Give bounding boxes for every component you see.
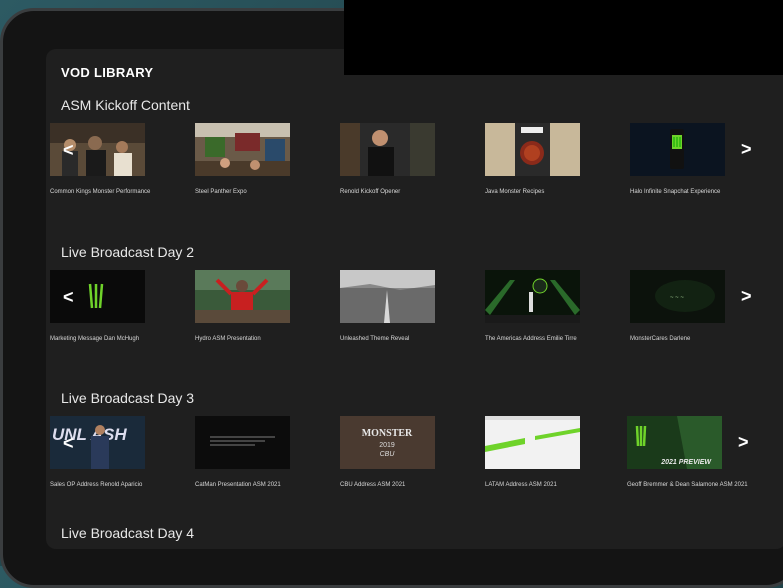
video-thumbnail[interactable]	[195, 123, 290, 176]
video-thumbnail[interactable]	[340, 270, 435, 323]
carousel-prev-arrow-icon[interactable]: <	[63, 288, 74, 306]
video-card[interactable]: ~ ~ ~ MonsterCares Darlene	[630, 270, 780, 343]
carousel-row: Common Kings Monster Performance Steel P…	[46, 123, 783, 198]
section-title: Live Broadcast Day 2	[61, 244, 195, 260]
video-thumbnail[interactable]	[485, 123, 580, 176]
page-title: VOD LIBRARY	[61, 65, 154, 80]
preview-text: 2021 PREVIEW	[660, 459, 712, 466]
video-title: Common Kings Monster Performance	[50, 189, 151, 195]
video-card[interactable]: Steel Panther Expo	[195, 123, 345, 196]
video-card[interactable]: Renold Kickoff Opener	[340, 123, 490, 196]
tablet-frame: VOD LIBRARY ASM Kickoff Content Common K…	[0, 8, 783, 588]
video-card[interactable]: Hydro ASM Presentation	[195, 270, 345, 343]
cbu-text: CBU	[380, 451, 396, 458]
video-title: Marketing Message Dan McHugh	[50, 336, 140, 342]
video-title: Steel Panther Expo	[195, 189, 247, 195]
video-thumbnail[interactable]: MONSTER 2019 CBU	[340, 416, 435, 469]
video-thumbnail[interactable]	[195, 416, 290, 469]
video-thumbnail[interactable]	[485, 416, 580, 469]
section-title: ASM Kickoff Content	[61, 97, 190, 113]
video-title: Hydro ASM Presentation	[195, 336, 261, 342]
video-thumbnail[interactable]: 2021 PREVIEW	[627, 416, 722, 469]
video-title: Halo Infinite Snapchat Experience	[630, 189, 721, 195]
video-title: Geoff Bremmer & Dean Salamone ASM 2021	[627, 482, 748, 488]
video-thumbnail[interactable]	[195, 270, 290, 323]
video-thumbnail[interactable]: ~ ~ ~	[630, 270, 725, 323]
video-title: Java Monster Recipes	[485, 189, 545, 195]
carousel-row: UNL ASH Sales OP Address Renold Aparicio…	[46, 416, 783, 491]
video-title: The Americas Address Emilie Tirre	[485, 336, 577, 342]
app-screen: VOD LIBRARY ASM Kickoff Content Common K…	[46, 49, 783, 549]
carousel-prev-arrow-icon[interactable]: <	[63, 141, 74, 159]
section-title: Live Broadcast Day 3	[61, 390, 195, 406]
carousel-prev-arrow-icon[interactable]: <	[63, 434, 74, 452]
carousel-row: Marketing Message Dan McHugh Hydro ASM P…	[46, 270, 783, 345]
video-title: Renold Kickoff Opener	[340, 189, 401, 195]
overlay-black-panel	[344, 0, 783, 75]
video-card[interactable]: LATAM Address ASM 2021	[485, 416, 635, 489]
video-card[interactable]: 2021 PREVIEW Geoff Bremmer & Dean Salamo…	[627, 416, 777, 489]
video-title: LATAM Address ASM 2021	[485, 482, 557, 488]
video-thumbnail[interactable]	[485, 270, 580, 323]
video-card[interactable]: CatMan Presentation ASM 2021	[195, 416, 345, 489]
carousel-next-arrow-icon[interactable]: >	[741, 140, 752, 158]
video-card[interactable]: Unleashed Theme Reveal	[340, 270, 490, 343]
carousel-next-arrow-icon[interactable]: >	[738, 433, 749, 451]
video-card[interactable]: Java Monster Recipes	[485, 123, 635, 196]
monster-logo-text: MONSTER	[362, 428, 413, 439]
video-title: CatMan Presentation ASM 2021	[195, 482, 281, 488]
video-title: MonsterCares Darlene	[630, 336, 691, 342]
video-thumbnail[interactable]	[340, 123, 435, 176]
video-title: Unleashed Theme Reveal	[340, 336, 410, 342]
section-title: Live Broadcast Day 4	[61, 525, 195, 541]
svg-text:~ ~ ~: ~ ~ ~	[670, 295, 684, 301]
year-text: 2019	[379, 442, 395, 449]
video-thumbnail[interactable]	[630, 123, 725, 176]
video-card[interactable]: MONSTER 2019 CBU CBU Address ASM 2021	[340, 416, 490, 489]
carousel-next-arrow-icon[interactable]: >	[741, 287, 752, 305]
video-title: CBU Address ASM 2021	[340, 482, 406, 488]
video-card[interactable]: Halo Infinite Snapchat Experience	[630, 123, 780, 196]
video-title: Sales OP Address Renold Aparicio	[50, 482, 143, 488]
video-card[interactable]: The Americas Address Emilie Tirre	[485, 270, 635, 343]
